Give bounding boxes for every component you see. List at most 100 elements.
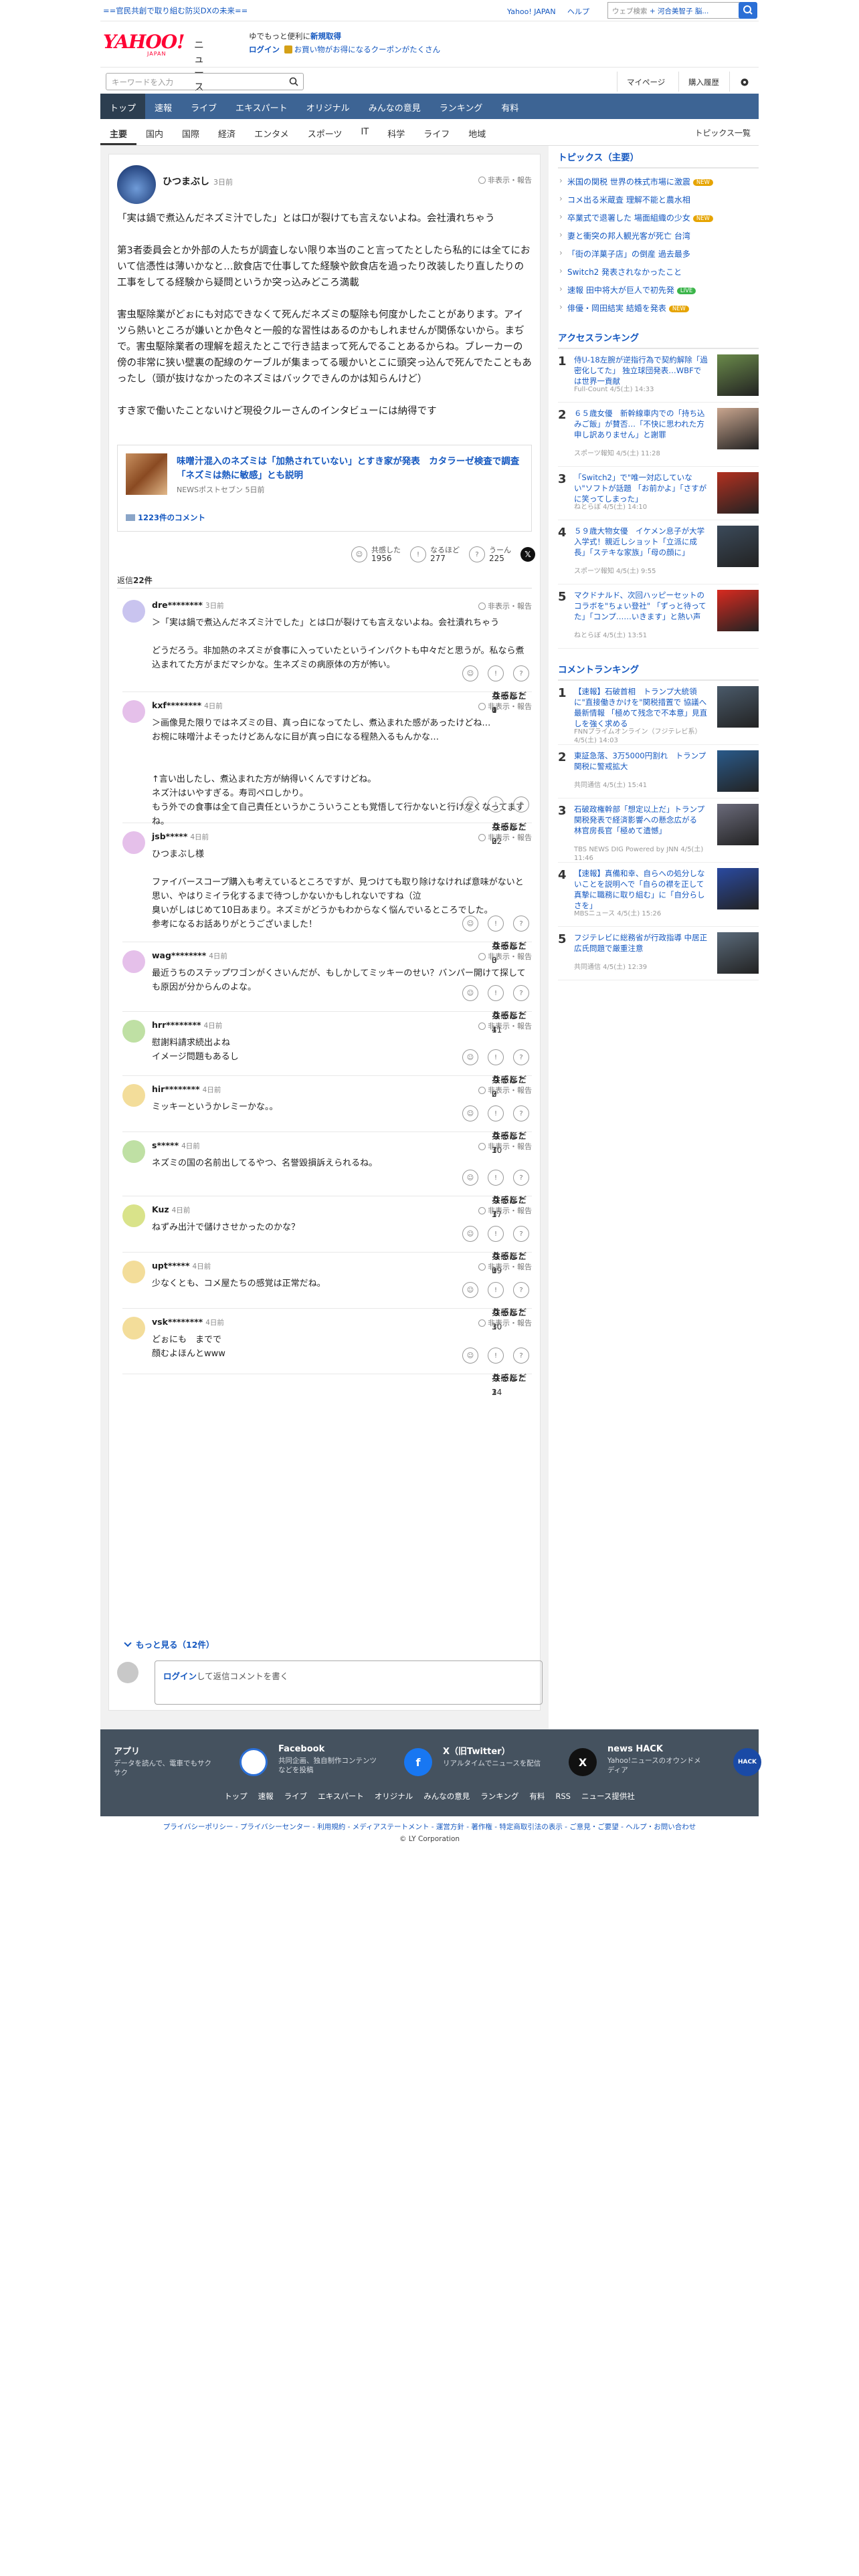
footer-nav-link[interactable]: トップ [224, 1792, 248, 1801]
reply-user[interactable]: Kuz 4日前 [152, 1204, 190, 1215]
report-link[interactable]: 非表示・報告 [478, 1021, 532, 1031]
topic-item[interactable]: 妻と衝突の邦人観光客が死亡 台湾 [558, 227, 759, 245]
report-link[interactable]: 非表示・報告 [478, 1205, 532, 1216]
ranking-item[interactable]: 1 侍U-18左腕が逆指行為で契約解除「過密化してた」 独立球団発表…WBFでは世… [558, 349, 759, 403]
rank-title[interactable]: フジテレビに総務省が行政指導 中居正広氏問題で厳重注意 [574, 932, 708, 954]
avatar[interactable] [122, 1020, 145, 1043]
insight-button[interactable]: ! なるほど 0 [488, 1049, 527, 1099]
x-share-button[interactable]: 𝕏 [520, 547, 535, 562]
hmm-button[interactable]: ? うーん 225 [469, 546, 511, 562]
report-link[interactable]: 非表示・報告 [478, 601, 532, 611]
web-search-button[interactable] [739, 2, 757, 19]
insight-button[interactable]: ! なるほど 0 [488, 665, 527, 715]
settings-button[interactable] [729, 72, 759, 92]
hmm-button[interactable]: ? うーん 3 [492, 1282, 529, 1331]
gnav-original[interactable]: オリジナル [297, 94, 359, 119]
rank-thumbnail[interactable] [717, 590, 759, 631]
empathy-button[interactable]: ☺ 共感した 10 [462, 1105, 527, 1155]
gnav-breaking[interactable]: 速報 [145, 94, 181, 119]
reply-user[interactable]: wag******** 4日前 [152, 950, 227, 961]
mypage-link[interactable]: マイページ [617, 72, 674, 92]
rank-title[interactable]: 「Switch2」で"唯一対応していない"ソフトが話題 「お前かよ」「さすがに笑… [574, 472, 708, 504]
insight-button[interactable]: ! なるほど 277 [410, 546, 460, 562]
empathy-button[interactable]: ☺ 共感した 3 [462, 916, 527, 965]
snav-sports[interactable]: スポーツ [298, 119, 352, 145]
avatar[interactable] [122, 1317, 145, 1339]
report-link[interactable]: 非表示・報告 [478, 1085, 532, 1095]
reply-input[interactable]: ログインして返信コメントを書く [155, 1660, 543, 1705]
report-link[interactable]: 非表示・報告 [478, 1141, 532, 1152]
login-link[interactable]: ログイン [249, 45, 280, 54]
signup-link[interactable]: 新規取得 [310, 31, 341, 41]
avatar[interactable] [122, 1084, 145, 1107]
yahoo-japan-link[interactable]: Yahoo! JAPAN [507, 7, 556, 16]
topic-item[interactable]: 「街の洋菓子店」の倒産 過去最多 [558, 245, 759, 263]
web-search-input[interactable]: ウェブ検索 + 河合美智子 脳... [607, 2, 744, 19]
purchase-history-link[interactable]: 購入履歴 [678, 72, 729, 92]
coupon-link[interactable]: お買い物がお得になるクーポンがたくさん [294, 45, 441, 54]
rank-thumbnail[interactable] [717, 868, 759, 909]
rank-title[interactable]: 【速報】石破首相 トランプ大統領に"直接働きかけを"関税措置で 協議へ最新情報 … [574, 686, 708, 729]
empathy-button[interactable]: ☺ 共感した 24 [462, 1348, 527, 1397]
avatar[interactable] [122, 831, 145, 854]
footer-app[interactable]: アプリ データを読んで、電車でもサクサク [114, 1744, 268, 1778]
keyword-search-input[interactable]: キーワードを入力 [106, 73, 304, 90]
snav-life[interactable]: ライフ [414, 119, 459, 145]
avatar[interactable] [122, 1261, 145, 1283]
related-article-card[interactable]: 味噌汁混入のネズミは「加熱されていない」とすき家が発表 カタラーゼ検査で調査 「… [117, 445, 532, 532]
more-replies-button[interactable]: もっと見る（12件） [124, 1638, 214, 1650]
reply-login-link[interactable]: ログイン [163, 1671, 197, 1681]
report-link[interactable]: 非表示・報告 [478, 1317, 532, 1328]
footer-app[interactable]: X（旧Twitter） リアルタイムでニュースを配信 X [443, 1744, 597, 1776]
search-icon[interactable] [288, 76, 299, 87]
topics-list-link[interactable]: トピックス一覧 [694, 127, 751, 138]
snav-main[interactable]: 主要 [100, 119, 137, 145]
insight-button[interactable]: ! なるほど 1 [488, 1170, 527, 1219]
gnav-ranking[interactable]: ランキング [430, 94, 492, 119]
snav-domestic[interactable]: 国内 [136, 119, 173, 145]
reply-user[interactable]: vsk******** 4日前 [152, 1317, 224, 1327]
topic-item[interactable]: 米国の関税 世界の株式市場に激震NEW [558, 173, 759, 191]
reply-user[interactable]: upt***** 4日前 [152, 1261, 211, 1271]
hmm-button[interactable]: ? うーん 3 [492, 796, 529, 846]
rank-title[interactable]: 【速報】真備和幸、自らへの処分しないことを説明へで「自らの襟を正して真摯に職務に… [574, 868, 708, 911]
yahoo-news-logo[interactable]: YAHOO! JAPAN ニュース [100, 31, 204, 93]
footer-nav-link[interactable]: 速報 [258, 1792, 274, 1801]
hmm-button[interactable]: ? うーん 1 [492, 1226, 529, 1275]
hmm-button[interactable]: ? うーん 1 [492, 985, 529, 1035]
report-link[interactable]: 非表示・報告 [478, 175, 532, 185]
rank-thumbnail[interactable] [717, 526, 759, 567]
avatar[interactable] [122, 950, 145, 973]
snav-business[interactable]: 経済 [209, 119, 245, 145]
related-comment-count[interactable]: 1223件のコメント [126, 512, 205, 523]
rank-thumbnail[interactable] [717, 354, 759, 396]
footer-app[interactable]: Facebook 共同企画、独自制作コンテンツなどを投稿 f [278, 1744, 432, 1776]
topic-item[interactable]: 速報 田中将大が巨人で初先発LIVE [558, 281, 759, 299]
report-link[interactable]: 非表示・報告 [478, 951, 532, 962]
rank-thumbnail[interactable] [717, 804, 759, 845]
empathy-button[interactable]: ☺ 共感した 22 [462, 796, 527, 846]
rank-thumbnail[interactable] [717, 472, 759, 514]
rank-thumbnail[interactable] [717, 932, 759, 974]
rank-title[interactable]: 侍U-18左腕が逆指行為で契約解除「過密化してた」 独立球団発表…WBFでは世界… [574, 354, 708, 387]
insight-button[interactable]: ! なるほど 1 [488, 1348, 527, 1397]
ranking-item[interactable]: 5 フジテレビに総務省が行政指導 中居正広氏問題で厳重注意 共同通信 4/5(土) … [558, 927, 759, 980]
promo-link[interactable]: ==官民共創で取り組む防災DXの未来== [103, 5, 248, 16]
ranking-item[interactable]: 2 東証急落、3万5000円割れ トランプ関税に警戒拡大 共同通信 4/5(土) 1… [558, 745, 759, 798]
gnav-top[interactable]: トップ [100, 94, 146, 119]
topic-item[interactable]: Switch2 発表されなかったこと [558, 263, 759, 281]
footer-nav-link[interactable]: ニュース提供社 [581, 1792, 635, 1801]
avatar[interactable] [117, 165, 156, 204]
footer-nav-link[interactable]: オリジナル [375, 1792, 413, 1801]
insight-button[interactable]: ! なるほど 0 [488, 916, 527, 965]
empathy-button[interactable]: ☺ 共感した 30 [462, 1282, 527, 1331]
footer-nav-link[interactable]: ライブ [284, 1792, 308, 1801]
legal-links[interactable]: プライバシーポリシー - プライバシーセンター - 利用規約 - メディアステー… [100, 1822, 759, 1832]
rank-title[interactable]: 東証急落、3万5000円割れ トランプ関税に警戒拡大 [574, 750, 708, 772]
snav-local[interactable]: 地域 [459, 119, 495, 145]
report-link[interactable]: 非表示・報告 [478, 1261, 532, 1272]
hmm-button[interactable]: ? うーん 37 [492, 1170, 529, 1219]
ranking-item[interactable]: 3 石破政権幹部「想定以上だ」トランプ関税発表で経済影響への懸念広がる 林官房長官… [558, 798, 759, 863]
empathy-button[interactable]: ☺ 共感した 1956 [351, 546, 401, 562]
author-name[interactable]: ひつまぶし [163, 177, 209, 187]
